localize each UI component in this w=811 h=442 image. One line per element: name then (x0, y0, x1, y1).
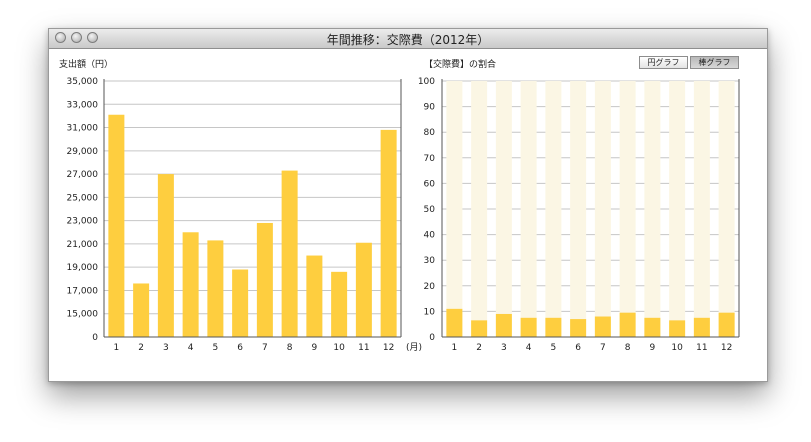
right-bar (545, 317, 562, 337)
right-y-tick-label: 40 (424, 231, 436, 241)
right-y-tick-label: 70 (424, 154, 436, 164)
right-y-tick-label: 20 (424, 282, 436, 292)
right-x-tick-label: 4 (526, 343, 532, 353)
right-bar-track (570, 81, 587, 337)
right-x-tick-label: 3 (501, 343, 507, 353)
right-bar (520, 317, 537, 337)
right-bar-track (644, 81, 661, 337)
right-bar (594, 316, 611, 337)
right-x-tick-label: 5 (551, 343, 557, 353)
right-y-tick-label: 10 (424, 307, 436, 317)
right-bar-track (471, 81, 488, 337)
right-bar (718, 312, 735, 337)
right-bar-track (446, 81, 463, 337)
right-bar-track (495, 81, 512, 337)
right-x-tick-label: 8 (625, 343, 631, 353)
ratio-bar-chart: 01020304050607080901001 2 3 4 5 6 7 8 9 10 11 12 (418, 77, 740, 353)
right-bar (495, 313, 512, 337)
right-x-tick-label: 1 (452, 343, 458, 353)
right-bar-track (693, 81, 710, 337)
right-bar-track (594, 81, 611, 337)
right-y-tick-label: 80 (424, 128, 436, 138)
right-y-tick-label: 90 (424, 103, 436, 113)
right-bar (570, 319, 587, 337)
right-y-tick-label: 30 (424, 256, 436, 266)
app-window: 年間推移：交際費（2012年） 支出額（円） 【交際費】の割合 円グラフ 棒グラ… (48, 28, 768, 382)
right-x-tick-label: 10 (671, 343, 683, 353)
right-bar-track (619, 81, 636, 337)
right-bar-track (669, 81, 686, 337)
right-y-tick-label: 60 (424, 179, 436, 189)
right-bar (446, 308, 463, 337)
right-y-tick-label: 0 (429, 333, 435, 343)
right-bar (644, 317, 661, 337)
right-x-tick-label: 6 (575, 343, 581, 353)
right-x-tick-label: 9 (650, 343, 656, 353)
right-bar (693, 317, 710, 337)
right-bar (669, 320, 686, 337)
right-bar-track (545, 81, 562, 337)
right-bar (619, 312, 636, 337)
right-x-tick-label: 12 (721, 343, 732, 353)
right-y-tick-label: 100 (418, 77, 435, 87)
right-bar-track (718, 81, 735, 337)
right-x-tick-label: 2 (476, 343, 482, 353)
right-bar (471, 320, 488, 337)
right-x-tick-label: 11 (696, 343, 707, 353)
right-y-tick-label: 50 (424, 205, 436, 215)
right-x-tick-label: 7 (600, 343, 606, 353)
right-bar-track (520, 81, 537, 337)
